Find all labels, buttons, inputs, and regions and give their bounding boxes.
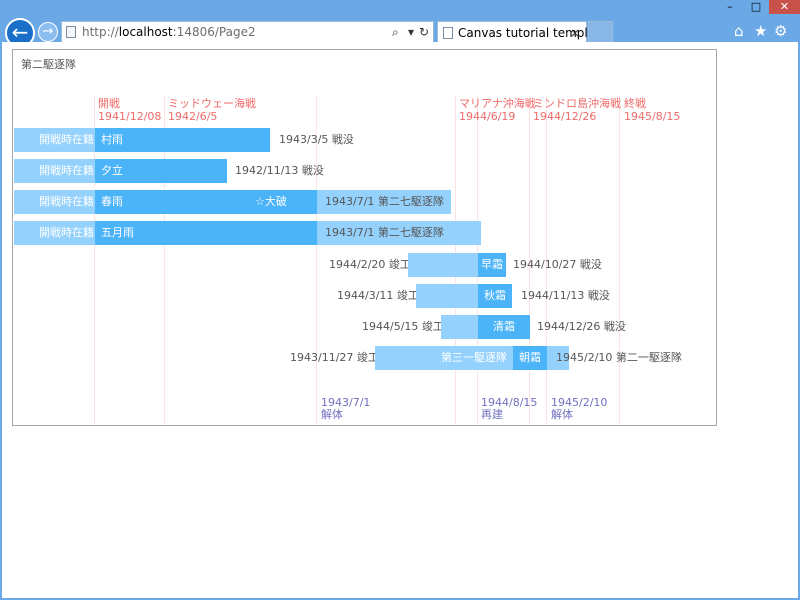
ship-name: 朝霜	[519, 351, 541, 364]
marker-text: 解体	[551, 408, 573, 421]
chart-title: 第二駆逐隊	[21, 58, 76, 71]
maximize-button[interactable]: □	[743, 0, 769, 14]
address-url[interactable]: http://localhost:14806/Page2	[82, 22, 256, 42]
close-window-button[interactable]: ✕	[769, 0, 800, 14]
timeline-bar-ship: 五月雨	[95, 221, 317, 245]
marker-text: 再建	[481, 408, 503, 421]
address-bar[interactable]: http://localhost:14806/Page2 ⌕ ▾ ↻	[61, 21, 434, 43]
timeline-bar-ship: 朝霜	[513, 346, 547, 370]
event-name: 終戦	[624, 97, 646, 110]
row-start-label: 1943/11/27 竣工	[290, 351, 379, 364]
star-icon[interactable]: ★	[754, 22, 767, 40]
bar-label: 第三一駆逐隊	[441, 351, 507, 364]
timeline-bar-pre: 開戦時在籍	[14, 221, 95, 245]
event-label: 開戦 1941/12/08	[98, 97, 161, 123]
row-end-label: 1944/12/26 戦没	[537, 320, 626, 333]
url-path: :14806/Page2	[172, 25, 256, 39]
timeline-bar-ship: 早霜	[478, 253, 506, 277]
marker-text: 解体	[321, 408, 343, 421]
ship-name: 村雨	[101, 133, 123, 146]
timeline-bar-pre: 第三一駆逐隊	[375, 346, 513, 370]
event-name: マリアナ沖海戦	[459, 97, 536, 110]
timeline-bar-pre: 開戦時在籍	[14, 190, 95, 214]
timeline-bar-pre	[408, 253, 478, 277]
ship-name: 春雨	[101, 195, 123, 208]
event-label: 終戦 1945/8/15	[624, 97, 680, 123]
timeline-bar-ship: 秋霜	[478, 284, 512, 308]
minimize-button[interactable]: –	[717, 0, 743, 14]
ship-name: 早霜	[481, 258, 503, 271]
bar-label: 開戦時在籍	[39, 226, 94, 239]
url-scheme: http://	[82, 25, 119, 39]
bar-label: 開戦時在籍	[39, 164, 94, 177]
row-start-label: 1944/2/20 竣工	[329, 258, 411, 271]
timeline-bar-ship: 春雨 ☆大破	[95, 190, 317, 214]
url-host: localhost	[118, 25, 173, 39]
bar-label: 1943/7/1 第二七駆逐隊	[325, 195, 444, 208]
event-label: ミンドロ島沖海戦 1944/12/26	[533, 97, 621, 123]
event-date: 1944/6/19	[459, 110, 516, 123]
event-line	[619, 96, 620, 424]
timeline-bar-ship: 夕立	[95, 159, 227, 183]
event-date: 1945/8/15	[624, 110, 681, 123]
bottom-marker: 1944/8/15 再建	[481, 397, 537, 421]
ship-name: 秋霜	[484, 289, 506, 302]
page-icon	[66, 26, 76, 38]
bar-label: 開戦時在籍	[39, 195, 94, 208]
row-end-label: 1945/2/10 第二一駆逐隊	[556, 351, 682, 364]
timeline-bar-pre: 開戦時在籍	[14, 159, 95, 183]
row-end-label: 1944/10/27 戦没	[513, 258, 602, 271]
refresh-icon[interactable]: ↻	[419, 22, 429, 42]
row-start-label: 1944/3/11 竣工	[337, 289, 419, 302]
event-date: 1941/12/08	[98, 110, 162, 123]
bar-label: 1943/7/1 第二七駆逐隊	[325, 226, 444, 239]
timeline-bar-ship: 村雨	[95, 128, 270, 152]
forward-button[interactable]: →	[38, 22, 58, 42]
event-name: 開戦	[98, 97, 120, 110]
event-date: 1944/12/26	[533, 110, 597, 123]
row-end-label: 1943/3/5 戦没	[279, 133, 354, 146]
timeline-bar-post: 1943/7/1 第二七駆逐隊	[317, 221, 481, 245]
bottom-marker: 1943/7/1 解体	[321, 397, 370, 421]
ship-name: 五月雨	[101, 226, 134, 239]
timeline-bar-post: 1943/7/1 第二七駆逐隊	[317, 190, 451, 214]
gear-icon[interactable]: ⚙	[774, 22, 787, 40]
damage-note: ☆大破	[255, 195, 287, 208]
ship-name: 清霜	[493, 320, 515, 333]
row-end-label: 1942/11/13 戦没	[235, 164, 324, 177]
timeline-bar-ship: 清霜	[478, 315, 530, 339]
event-label: マリアナ沖海戦 1944/6/19	[459, 97, 536, 123]
window-title-bar: – □ ✕	[0, 0, 800, 14]
search-icon[interactable]: ⌕	[392, 22, 399, 42]
timeline-bar-pre	[416, 284, 478, 308]
timeline-bar-pre	[441, 315, 478, 339]
row-start-label: 1944/5/15 竣工	[362, 320, 444, 333]
event-label: ミッドウェー海戦 1942/6/5	[168, 97, 256, 123]
home-icon[interactable]: ⌂	[734, 22, 744, 40]
timeline-bar-pre: 開戦時在籍	[14, 128, 95, 152]
row-end-label: 1944/11/13 戦没	[521, 289, 610, 302]
bar-label: 開戦時在籍	[39, 133, 94, 146]
chevron-down-icon[interactable]: ▾	[408, 22, 414, 42]
event-name: ミッドウェー海戦	[168, 97, 256, 110]
event-date: 1942/6/5	[168, 110, 218, 123]
page-icon	[443, 27, 453, 39]
event-name: ミンドロ島沖海戦	[533, 97, 621, 110]
ship-name: 夕立	[101, 164, 123, 177]
bottom-marker: 1945/2/10 解体	[551, 397, 607, 421]
